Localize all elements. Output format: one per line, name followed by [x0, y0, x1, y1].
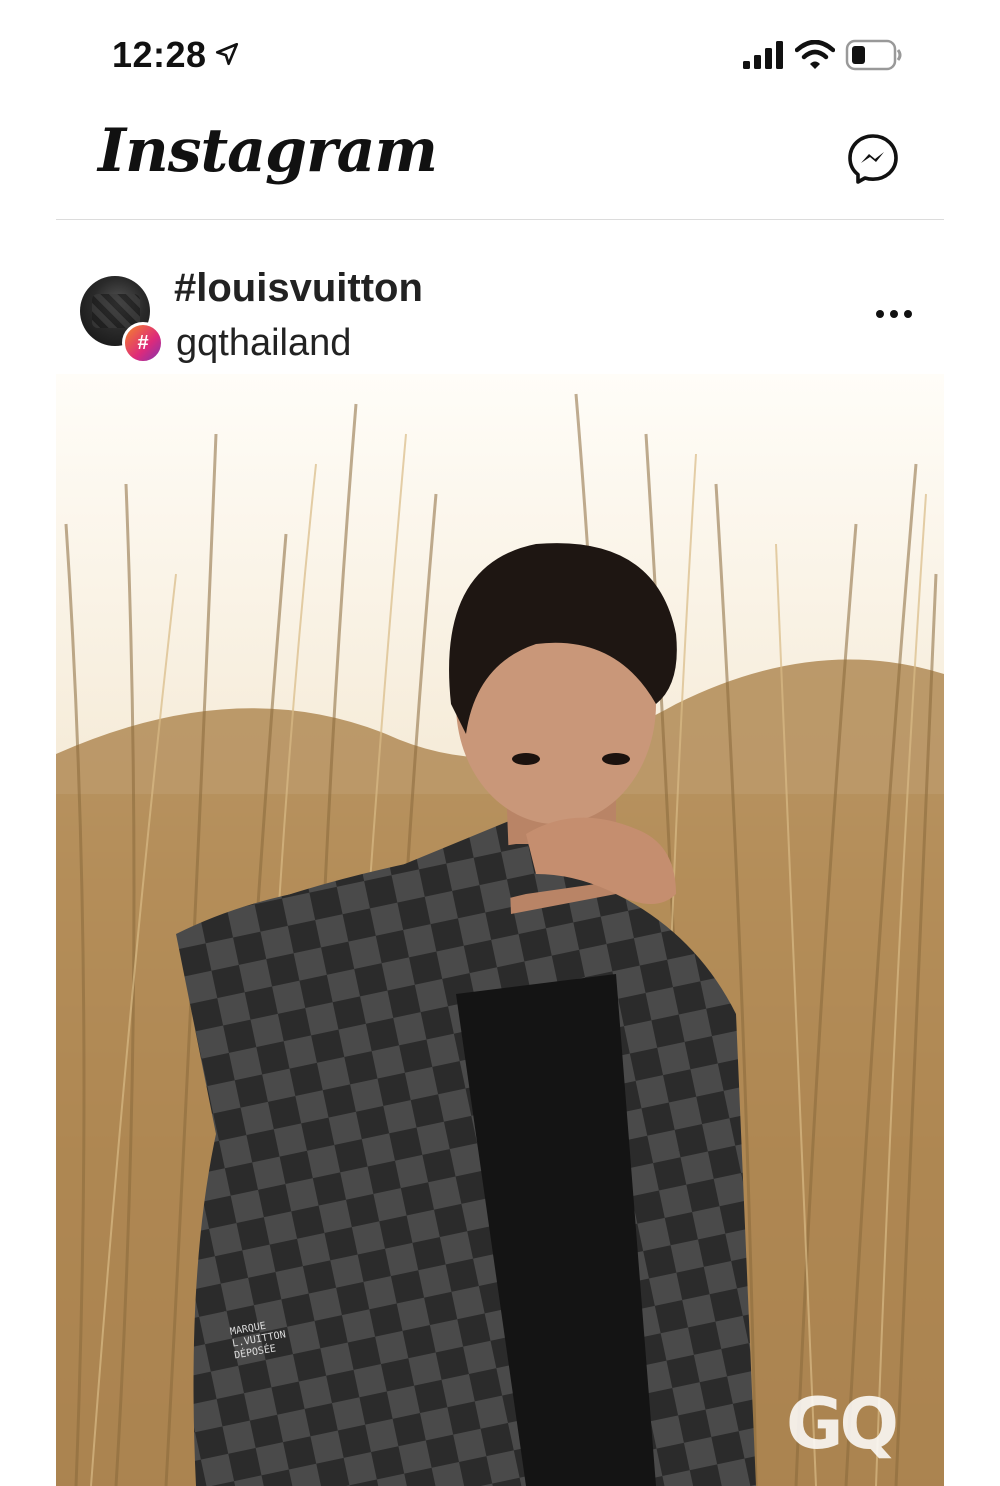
- hashtag-badge: #: [122, 322, 164, 364]
- post-header: # #louisvuitton gqthailand: [56, 250, 944, 374]
- post-hashtag[interactable]: #louisvuitton: [174, 266, 423, 311]
- messenger-icon[interactable]: [846, 132, 900, 186]
- location-arrow-icon: [215, 42, 239, 66]
- status-bar: 12:28: [0, 0, 1000, 110]
- post-image[interactable]: MARQUE L.VUITTON DÉPOSÉE GQ: [56, 374, 944, 1486]
- photo-illustration: [56, 374, 944, 1486]
- gq-watermark: GQ: [786, 1383, 899, 1465]
- status-time: 12:28: [112, 34, 207, 75]
- battery-icon: [845, 39, 902, 71]
- wifi-icon: [795, 40, 835, 69]
- instagram-logo[interactable]: Instagram: [98, 116, 438, 186]
- more-options-icon[interactable]: [874, 308, 914, 320]
- cellular-signal-icon: [743, 41, 783, 69]
- app-header: Instagram: [56, 110, 944, 220]
- post-username[interactable]: gqthailand: [176, 322, 351, 365]
